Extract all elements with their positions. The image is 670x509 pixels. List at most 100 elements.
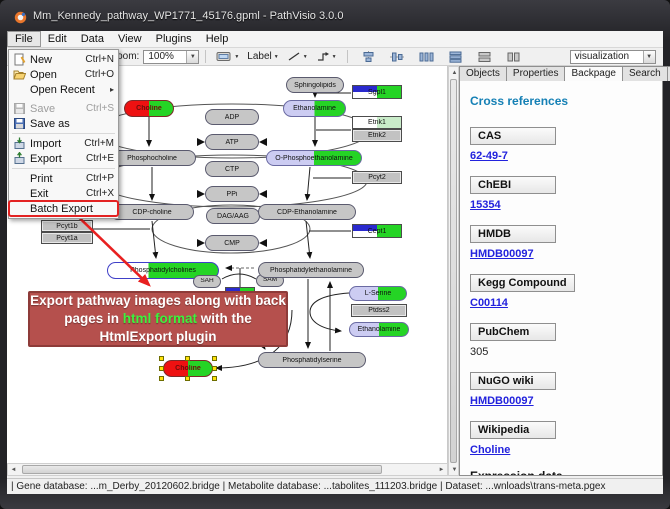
- horizontal-scrollbar[interactable]: ◄ ►: [7, 463, 448, 476]
- pathway-node-phosphocholine[interactable]: Phosphocholine: [108, 150, 196, 166]
- new-line-button[interactable]: ▼: [284, 49, 311, 65]
- vertical-scroll-thumb[interactable]: [450, 79, 457, 463]
- menu-item-exit[interactable]: ExitCtrl+X: [9, 186, 118, 201]
- pathway-node-sah[interactable]: SAH: [193, 275, 221, 288]
- tab-legend[interactable]: Legend: [667, 66, 670, 81]
- new-gene-datanode-button[interactable]: ▼: [213, 49, 242, 65]
- vertical-scrollbar[interactable]: ▲ ▼: [448, 66, 459, 476]
- pathway-node-pcyt1b[interactable]: Pcyt1b: [41, 220, 93, 232]
- toolbar-separator: [347, 50, 348, 63]
- menu-item-import[interactable]: ImportCtrl+M: [9, 136, 118, 151]
- pathway-node-o-phosphoethanolamine[interactable]: O-Phosphoethanolamine: [266, 150, 362, 166]
- pathway-node-etnk2[interactable]: Etnk2: [352, 129, 402, 142]
- selection-handle[interactable]: [185, 356, 190, 361]
- pathway-node-phosphatidylethanolamine[interactable]: Phosphatidylethanolamine: [258, 262, 364, 278]
- align-middle-button[interactable]: [387, 49, 408, 65]
- selection-handle[interactable]: [212, 356, 217, 361]
- xref-link[interactable]: 62-49-7: [470, 150, 508, 162]
- dropdown-arrow-icon[interactable]: ▼: [186, 51, 198, 63]
- node-label: Pcyt1a: [56, 235, 77, 242]
- zoom-value: 100%: [144, 51, 186, 62]
- node-label: Cept1: [368, 228, 387, 235]
- tab-properties[interactable]: Properties: [506, 66, 566, 81]
- node-label: CTP: [225, 166, 239, 173]
- pathway-node-ctp[interactable]: CTP: [205, 161, 259, 177]
- pathway-node-l-serine[interactable]: L-Serine: [349, 286, 407, 301]
- new-label-button[interactable]: Label ▼: [244, 49, 281, 65]
- menubar-item-edit[interactable]: Edit: [41, 31, 74, 47]
- menu-item-label: Batch Export: [30, 203, 114, 215]
- selection-handle[interactable]: [212, 376, 217, 381]
- xref-link[interactable]: 15354: [470, 199, 501, 211]
- zoom-combobox[interactable]: 100% ▼: [143, 50, 199, 64]
- tab-objects[interactable]: Objects: [459, 66, 507, 81]
- pathway-node-ethanolamine[interactable]: Ethanolamine: [283, 100, 346, 117]
- menu-item-open-recent[interactable]: Open Recent▸: [9, 82, 118, 97]
- pathway-node-cdp-ethanolamine[interactable]: CDP-Ethanolamine: [258, 204, 356, 220]
- pathway-node-etnk1[interactable]: Etnk1: [352, 116, 402, 129]
- scroll-right-icon[interactable]: ►: [436, 464, 447, 475]
- common-height-button[interactable]: [503, 49, 524, 65]
- menubar-item-help[interactable]: Help: [199, 31, 236, 47]
- distribute-vertical-button[interactable]: [445, 49, 466, 65]
- pathway-node-choline[interactable]: Choline: [163, 360, 213, 377]
- pathway-node-ppi[interactable]: PPi: [205, 186, 259, 202]
- pathway-node-cdp-choline[interactable]: CDP-choline: [110, 204, 194, 220]
- pathway-node-choline[interactable]: Choline: [124, 100, 174, 117]
- pathway-node-sgpl1[interactable]: Sgpl1: [352, 85, 402, 99]
- pathway-node-ethanolamine[interactable]: Ethanolamine: [349, 322, 409, 337]
- xref-link[interactable]: C00114: [470, 297, 508, 309]
- title-bar: Mm_Kennedy_pathway_WP1771_45176.gpml - P…: [0, 0, 670, 31]
- pathvisio-window: Mm_Kennedy_pathway_WP1771_45176.gpml - P…: [0, 0, 670, 509]
- pathway-node-phosphatidylserine[interactable]: Phosphatidylserine: [258, 352, 366, 368]
- menu-item-batch-export[interactable]: Batch Export: [9, 201, 118, 216]
- pathway-node-ptdss2[interactable]: Ptdss2: [351, 304, 407, 317]
- pathway-node-cept1[interactable]: Cept1: [352, 224, 402, 238]
- pathway-node-atp[interactable]: ATP: [205, 134, 259, 150]
- menu-item-print[interactable]: PrintCtrl+P: [9, 171, 118, 186]
- side-panel: ObjectsPropertiesBackpageSearchLegend Cr…: [459, 66, 663, 476]
- pathway-node-pcyt2[interactable]: Pcyt2: [352, 171, 402, 184]
- node-label: Phosphatidylethanolamine: [270, 267, 352, 274]
- selection-handle[interactable]: [159, 366, 164, 371]
- menu-separator: [12, 133, 115, 134]
- pathway-node-dag-aag[interactable]: DAG/AAG: [206, 208, 260, 224]
- menubar-item-data[interactable]: Data: [74, 31, 111, 47]
- cross-references-list: CAS62-49-7ChEBI15354HMDBHMDB00097Kegg Co…: [470, 126, 652, 456]
- selection-handle[interactable]: [159, 356, 164, 361]
- menubar-item-view[interactable]: View: [111, 31, 149, 47]
- menu-item-label: Print: [30, 173, 80, 185]
- selection-handle[interactable]: [185, 376, 190, 381]
- menu-item-new[interactable]: NewCtrl+N: [9, 52, 118, 67]
- new-connector-button[interactable]: ▼: [313, 49, 340, 65]
- xref-link[interactable]: Choline: [470, 444, 510, 456]
- tab-backpage[interactable]: Backpage: [564, 66, 622, 81]
- connector-tool-icon: [316, 51, 330, 62]
- pathway-node-sphingolipids[interactable]: Sphingolipids: [286, 77, 344, 93]
- pathway-node-pcyt1a[interactable]: Pcyt1a: [41, 232, 93, 244]
- pathway-node-cmp[interactable]: CMP: [205, 235, 259, 251]
- selection-handle[interactable]: [159, 376, 164, 381]
- selection-handle[interactable]: [212, 366, 217, 371]
- tab-search[interactable]: Search: [622, 66, 668, 81]
- align-center-button[interactable]: [358, 49, 379, 65]
- node-label: Ethanolamine: [358, 326, 401, 333]
- menubar-item-file[interactable]: File: [7, 31, 41, 47]
- common-width-button[interactable]: [474, 49, 495, 65]
- callout-line2-pre: pages in: [64, 311, 123, 326]
- menu-item-save[interactable]: SaveCtrl+S: [9, 101, 118, 116]
- cross-references-heading: Cross references: [470, 94, 652, 108]
- menu-item-label: Import: [30, 138, 78, 150]
- menu-item-open[interactable]: OpenCtrl+O: [9, 67, 118, 82]
- xref-link[interactable]: HMDB00097: [470, 248, 534, 260]
- xref-link[interactable]: HMDB00097: [470, 395, 534, 407]
- horizontal-scroll-thumb[interactable]: [22, 465, 382, 474]
- visualization-combobox[interactable]: visualization ▼: [570, 50, 656, 64]
- distribute-horizontal-button[interactable]: [416, 49, 437, 65]
- pathway-node-adp[interactable]: ADP: [205, 109, 259, 125]
- menu-item-export[interactable]: ExportCtrl+E: [9, 151, 118, 166]
- scroll-left-icon[interactable]: ◄: [8, 464, 19, 475]
- dropdown-arrow-icon[interactable]: ▼: [643, 51, 655, 63]
- menu-item-save-as[interactable]: Save as: [9, 116, 118, 131]
- menubar-item-plugins[interactable]: Plugins: [149, 31, 199, 47]
